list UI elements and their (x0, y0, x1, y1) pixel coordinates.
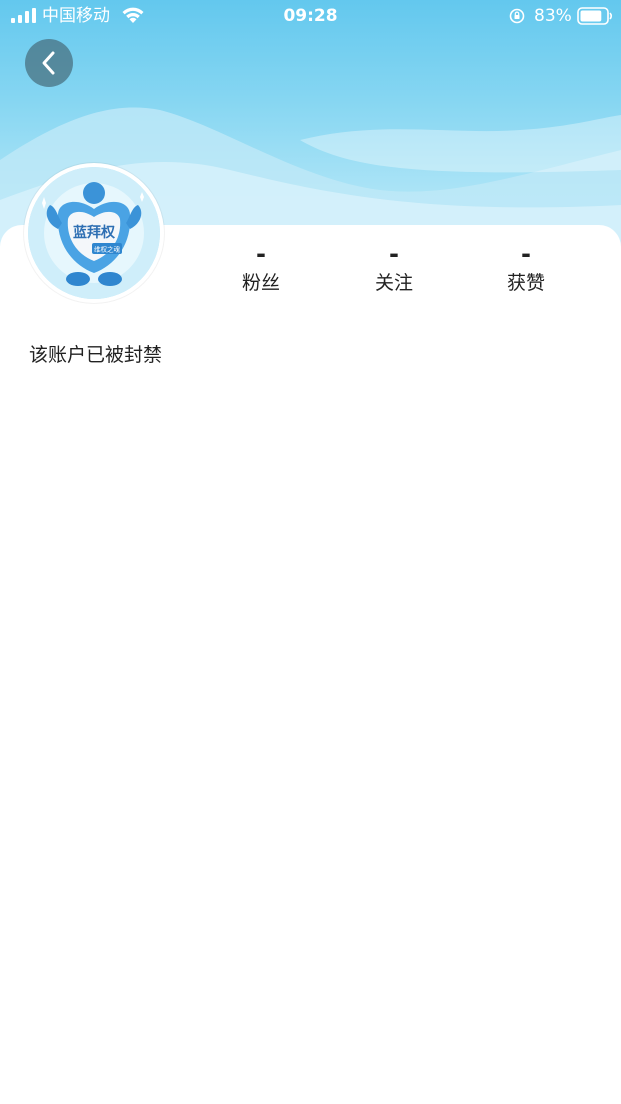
clock-time: 09:28 (283, 6, 338, 26)
likes-label: 获赞 (506, 272, 545, 294)
chevron-left-icon (42, 51, 55, 75)
avatar[interactable]: 蓝拜权 维权之魂 (24, 163, 164, 303)
status-bar: 中国移动 09:28 83% (0, 0, 621, 32)
avatar-mascot-text: 蓝拜权 (73, 224, 116, 241)
following-label: 关注 (374, 272, 413, 294)
stat-followers[interactable]: - 粉丝 (201, 242, 321, 296)
stat-likes[interactable]: - 获赞 (466, 242, 586, 296)
account-banned-message: 该账户已被封禁 (29, 344, 163, 366)
battery-percent: 83% (534, 6, 572, 26)
stat-following[interactable]: - 关注 (334, 242, 454, 296)
following-count: - (389, 240, 399, 268)
mascot-avatar-image: 蓝拜权 维权之魂 (28, 167, 160, 299)
followers-count: - (256, 240, 266, 268)
likes-count: - (521, 240, 531, 268)
back-button[interactable] (25, 39, 73, 87)
followers-label: 粉丝 (241, 272, 280, 294)
battery-icon (577, 7, 613, 25)
rotation-lock-icon (509, 8, 525, 24)
avatar-mascot-subtext: 维权之魂 (94, 245, 121, 254)
